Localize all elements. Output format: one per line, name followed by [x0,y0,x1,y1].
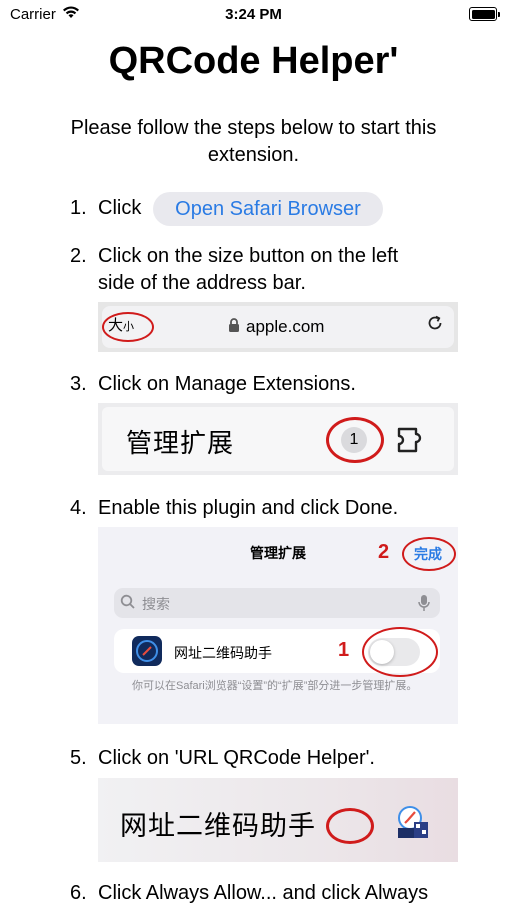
step-number: 6. [70,882,87,904]
step-text: Click on Manage Extensions. [98,373,356,395]
url-text: apple.com [246,317,325,336]
step-number: 4. [70,497,87,519]
annotation-marker-1: 1 [338,639,350,661]
extension-name: 网址二维码助手 [174,645,272,661]
step-text: Click on the size button on the left sid… [98,245,399,294]
enable-plugin-screenshot: 管理扩展 2 完成 搜索 网址二维码助手 1 你可以在Safari浏览器“设置”… [98,527,458,724]
search-placeholder: 搜索 [142,596,170,612]
settings-note: 你可以在Safari浏览器“设置”的“扩展”部分进一步管理扩展。 [132,680,418,692]
step-3: 3. Click on Manage Extensions. [70,371,356,398]
step-6: 6. Click Always Allow... and click Alway… [70,880,500,907]
search-field: 搜索 [114,588,440,618]
intro-text: Please follow the steps below to start t… [70,117,437,166]
highlight-circle [362,627,438,677]
step-number: 1. [70,197,87,219]
puzzle-icon [396,425,432,460]
manage-extensions-label: 管理扩展 [126,428,235,458]
step-4: 4. Enable this plugin and click Done. [70,495,398,522]
app-icon [392,802,432,847]
highlight-circle [402,537,456,571]
step-text: Click Always Allow... and click Always [98,882,429,904]
address-bar-screenshot: 大小 apple.com [98,302,458,352]
step-text: Click on 'URL QRCode Helper'. [98,747,375,769]
step-1: 1. Click [70,195,141,222]
step-text: Enable this plugin and click Done. [98,497,399,519]
reload-icon [426,314,444,338]
extension-row: 网址二维码助手 1 [114,627,440,677]
search-icon [120,594,136,615]
step-number: 2. [70,245,87,267]
annotation-marker-2: 2 [378,541,390,563]
page-title: QRCode Helper' [108,40,399,82]
step-5: 5. Click on 'URL QRCode Helper'. [70,745,375,772]
battery-icon [469,7,500,21]
extension-menu-label: 网址二维码助手 [120,811,316,841]
highlight-circle [102,312,154,342]
highlight-circle [326,417,384,463]
status-bar: Carrier 3:24 PM [0,0,507,30]
microphone-icon [418,594,430,617]
highlight-circle [326,808,374,844]
clock: 3:24 PM [225,6,282,23]
url-helper-screenshot: 网址二维码助手 [98,778,458,862]
step-number: 3. [70,373,87,395]
step-number: 5. [70,747,87,769]
open-safari-button[interactable]: Open Safari Browser [153,192,383,226]
manage-extensions-screenshot: 管理扩展 1 [98,403,458,475]
step-2: 2. Click on the size button on the left … [70,243,398,294]
app-icon [132,636,162,666]
lock-icon [228,317,240,338]
